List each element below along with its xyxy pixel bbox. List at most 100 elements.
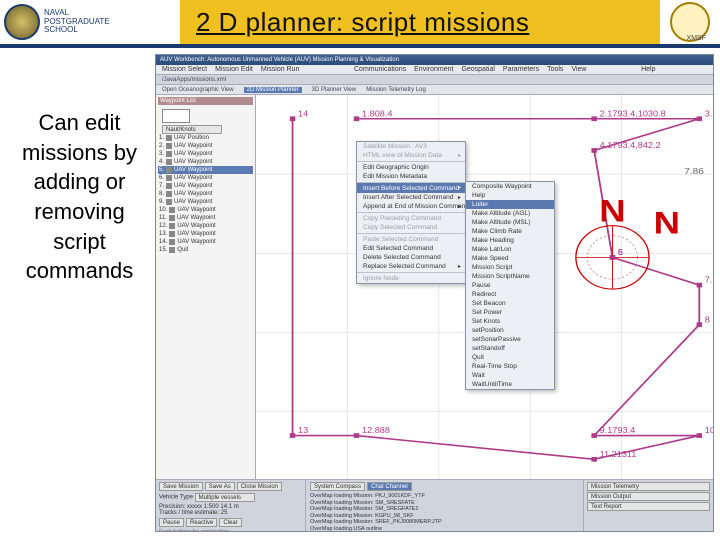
save-as-button[interactable]: Save As <box>205 482 235 491</box>
menu-mission-select[interactable]: Mission Select <box>162 66 207 73</box>
system-compass-tab[interactable]: System Compass <box>310 482 365 491</box>
submenu-item[interactable]: Set Knots <box>466 317 554 326</box>
waypoint-marker[interactable]: 4.1793.4,842.2 <box>591 141 660 153</box>
vehicle-type-select[interactable]: Multiple vessels <box>195 493 255 502</box>
svg-text:7.190 C,1030.8: 7.190 C,1030.8 <box>705 275 713 284</box>
menu-parameters[interactable]: Parameters <box>503 66 539 73</box>
chat-channel-tab[interactable]: Chat Channel <box>367 482 412 491</box>
tab-oceanographic[interactable]: Open Oceanographic View <box>162 87 234 93</box>
submenu-item[interactable]: Real-Time Stop <box>466 362 554 371</box>
tab-2d-planner[interactable]: 2D Mission Planner <box>244 87 302 93</box>
submenu-item[interactable]: Wait <box>466 371 554 380</box>
caption-column: Can edit missions by adding or removing … <box>0 48 155 536</box>
waypoint-row[interactable]: 7.UAV Waypoint <box>158 182 253 190</box>
context-menu-item[interactable]: Replace Selected Command▸ <box>357 262 465 271</box>
menu-mission-run[interactable]: Mission Run <box>261 66 300 73</box>
waypoint-icon <box>169 239 175 245</box>
mission-telemetry-button[interactable]: Mission Telemetry <box>587 482 710 491</box>
chevron-right-icon: ▸ <box>458 263 461 270</box>
waypoint-marker[interactable]: 14 <box>290 109 309 121</box>
waypoint-row[interactable]: 2.UAV Waypoint <box>158 142 253 150</box>
waypoint-marker[interactable]: 11.21311 <box>591 450 636 462</box>
submenu-item[interactable]: setStandoff <box>466 344 554 353</box>
waypoint-row[interactable]: 1.UAV Position <box>158 134 253 142</box>
submenu-item[interactable]: setSonarPassive <box>466 335 554 344</box>
menu-view[interactable]: View <box>571 66 586 73</box>
waypoint-row[interactable]: 4.UAV Waypoint <box>158 158 253 166</box>
waypoint-row[interactable]: 6.UAV Waypoint <box>158 174 253 182</box>
submenu-item[interactable]: Loiter <box>466 200 554 209</box>
submenu-item[interactable]: Mission ScriptName <box>466 272 554 281</box>
waypoint-row[interactable]: 10.UAV Waypoint <box>158 206 253 214</box>
context-submenu[interactable]: Composite WaypointHelpLoiterMake Altitud… <box>465 181 555 390</box>
map-pane[interactable]: N N 1.808.42.1793.4,1030.83.2253 C,1030.… <box>256 95 713 491</box>
menu-tools[interactable]: Tools <box>547 66 563 73</box>
waypoint-header: Waypoint List <box>158 97 253 105</box>
submenu-item[interactable]: Make Lat/Lon <box>466 245 554 254</box>
context-menu[interactable]: Satellite Mission : AV3HTML view of Miss… <box>356 141 466 284</box>
waypoint-row[interactable]: 14.UAV Waypoint <box>158 238 253 246</box>
context-menu-item: Copy Selected Command <box>357 223 465 232</box>
context-menu-item[interactable]: Edit Geographic Origin <box>357 161 465 172</box>
reactive-button[interactable]: Reactive <box>186 518 217 527</box>
submenu-item[interactable]: Composite Waypoint <box>466 182 554 191</box>
menu-help[interactable]: Help <box>641 66 655 73</box>
waypoint-panel: Waypoint List Naut/Knots 1.UAV Position2… <box>156 95 256 491</box>
submenu-item[interactable]: setPosition <box>466 326 554 335</box>
context-menu-item[interactable]: Append at End of Mission Commands▸ <box>357 202 465 211</box>
waypoint-marker[interactable]: 12.888 <box>354 426 390 438</box>
waypoint-marker[interactable]: 3.2253 C,1030.8 <box>697 109 713 121</box>
mission-output-button[interactable]: Mission Output <box>587 492 710 501</box>
submenu-item[interactable]: Set Beacon <box>466 299 554 308</box>
slide-title: 2 D planner: script missions <box>196 7 529 38</box>
submenu-item[interactable]: Pause <box>466 281 554 290</box>
waypoint-row[interactable]: 8.UAV Waypoint <box>158 190 253 198</box>
hint-text: Push buttons for explanation… <box>159 529 302 532</box>
waypoint-icon <box>166 191 172 197</box>
menu-environment[interactable]: Environment <box>414 66 453 73</box>
submenu-item[interactable]: Quit <box>466 353 554 362</box>
menu-geospatial[interactable]: Geospatial <box>461 66 494 73</box>
xmsf-face-icon: XMSF <box>670 2 710 42</box>
submenu-item[interactable]: Mission Script <box>466 263 554 272</box>
context-menu-item[interactable]: Insert Before Selected Command▸ <box>357 182 465 193</box>
menu-mission-edit[interactable]: Mission Edit <box>215 66 253 73</box>
context-menu-item: Paste Selected Command <box>357 233 465 244</box>
svg-text:2.1793.4,1030.8: 2.1793.4,1030.8 <box>600 109 666 118</box>
waypoint-row[interactable]: 9.UAV Waypoint <box>158 198 253 206</box>
pause-button[interactable]: Pause <box>159 518 184 527</box>
waypoint-icon <box>166 135 172 141</box>
scale-tick: 7.86 <box>684 166 704 176</box>
bottom-right-panel: Mission Telemetry Mission Output Text Re… <box>583 480 713 531</box>
waypoint-row[interactable]: 11.UAV Waypoint <box>158 214 253 222</box>
submenu-item[interactable]: Make Altitude (MSL) <box>466 218 554 227</box>
waypoint-row[interactable]: 13.UAV Waypoint <box>158 230 253 238</box>
waypoint-marker[interactable]: 7.190 C,1030.8 <box>697 275 713 287</box>
context-menu-item[interactable]: Insert After Selected Command▸ <box>357 193 465 202</box>
waypoint-row[interactable]: 5.UAV Waypoint <box>158 166 253 174</box>
context-menu-item[interactable]: Edit Selected Command <box>357 244 465 253</box>
units-button[interactable]: Naut/Knots <box>162 125 222 134</box>
waypoint-marker[interactable]: 10.2253.1793.4 <box>697 426 713 438</box>
clear-button[interactable]: Clear <box>219 518 241 527</box>
submenu-item[interactable]: Set Power <box>466 308 554 317</box>
waypoint-row[interactable]: 15.Quit <box>158 246 253 254</box>
submenu-item[interactable]: WaitUntilTime <box>466 380 554 389</box>
submenu-item[interactable]: Make Altitude (AGL) <box>466 209 554 218</box>
tab-telemetry[interactable]: Mission Telemetry Log <box>366 87 426 93</box>
submenu-item[interactable]: Make Speed <box>466 254 554 263</box>
waypoint-row[interactable]: 12.UAV Waypoint <box>158 222 253 230</box>
nps-label: NAVAL POSTGRADUATE SCHOOL <box>44 9 110 35</box>
text-report-button[interactable]: Text Report <box>587 502 710 511</box>
context-menu-item[interactable]: Edit Mission Metadata <box>357 172 465 181</box>
close-mission-button[interactable]: Close Mission <box>237 482 282 491</box>
submenu-item[interactable]: Help <box>466 191 554 200</box>
tab-3d-planner[interactable]: 3D Planner View <box>312 87 357 93</box>
save-mission-button[interactable]: Save Mission <box>159 482 203 491</box>
submenu-item[interactable]: Redirect <box>466 290 554 299</box>
submenu-item[interactable]: Make Heading <box>466 236 554 245</box>
submenu-item[interactable]: Make Climb Rate <box>466 227 554 236</box>
menu-communications[interactable]: Communications <box>354 66 406 73</box>
waypoint-row[interactable]: 3.UAV Waypoint <box>158 150 253 158</box>
context-menu-item[interactable]: Delete Selected Command <box>357 253 465 262</box>
